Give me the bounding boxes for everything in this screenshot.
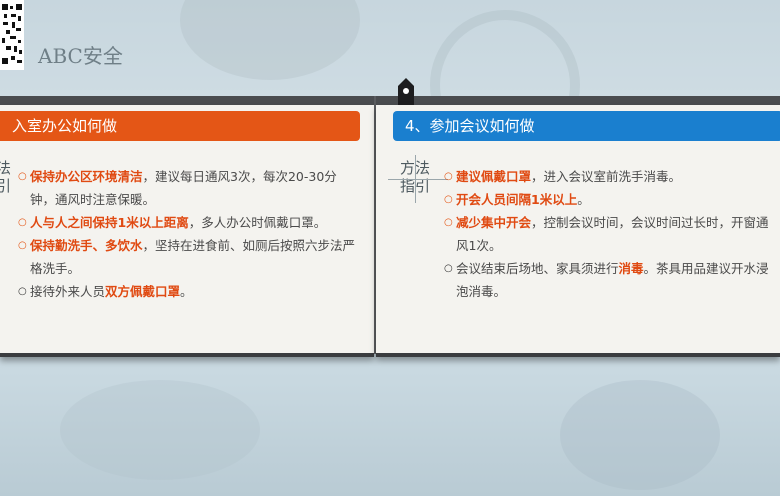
item-text: 。	[577, 192, 590, 207]
item-text: 。	[180, 284, 193, 299]
list-item: ○ 开会人员间隔1米以上。	[444, 188, 774, 211]
item-text: ，进入会议室前洗手消毒。	[531, 169, 682, 184]
bullet-icon: ○	[18, 171, 27, 182]
tag-line-1: 法	[0, 159, 12, 177]
bullet-icon: ○	[444, 194, 453, 205]
bullet-icon: ○	[18, 240, 27, 251]
office-list: ○ 保持办公区环境清洁，建议每日通风3次，每次20-30分钟，通风时注意保暖。 …	[18, 165, 358, 303]
pin-icon	[398, 78, 414, 106]
background-shape	[560, 380, 720, 490]
list-item: ○ 会议结束后场地、家具须进行消毒。茶具用品建议开水浸泡消毒。	[444, 257, 774, 303]
background-shape	[60, 380, 260, 480]
tag-crosshair	[388, 179, 448, 180]
brand-title: ABC安全	[38, 44, 123, 68]
item-text: 会议结束后场地、家具须进行	[456, 261, 619, 276]
list-item: ○ 人与人之间保持1米以上距离，多人办公时佩戴口罩。	[18, 211, 358, 234]
meeting-list: ○ 建议佩戴口罩，进入会议室前洗手消毒。 ○ 开会人员间隔1米以上。 ○ 减少集…	[444, 165, 774, 303]
office-card: 入室办公如何做 法 引 ○ 保持办公区环境清洁，建议每日通风3次，每次20-30…	[0, 105, 374, 357]
item-highlight: 人与人之间保持1米以上距离	[30, 215, 189, 230]
item-text: ，多人办公时佩戴口罩。	[188, 215, 327, 230]
meeting-card: 4、参加会议如何做 方法 指引 ○ 建议佩戴口罩，进入会议室前洗手消毒。 ○ 开…	[376, 105, 780, 357]
list-item: ○ 保持办公区环境清洁，建议每日通风3次，每次20-30分钟，通风时注意保暖。	[18, 165, 358, 211]
list-item: ○ 建议佩戴口罩，进入会议室前洗手消毒。	[444, 165, 774, 188]
item-highlight: 保持勤洗手、多饮水	[30, 238, 143, 253]
top-rail	[0, 96, 780, 105]
item-highlight: 减少集中开会	[456, 215, 532, 230]
method-guide-tag: 方法 指引	[388, 155, 448, 203]
item-text: 接待外来人员	[30, 284, 106, 299]
tag-crosshair	[415, 155, 416, 203]
office-card-title: 入室办公如何做	[0, 111, 360, 141]
list-item: ○ 减少集中开会，控制会议时间，会议时间过长时，开窗通风1次。	[444, 211, 774, 257]
meeting-card-title: 4、参加会议如何做	[393, 111, 780, 141]
bullet-icon: ○	[18, 286, 27, 297]
item-highlight: 保持办公区环境清洁	[30, 169, 143, 184]
bullet-icon: ○	[444, 171, 453, 182]
tag-line-2: 引	[0, 177, 12, 195]
bullet-icon: ○	[444, 263, 453, 274]
bullet-icon: ○	[18, 217, 27, 228]
item-highlight: 建议佩戴口罩	[456, 169, 532, 184]
list-item: ○ 接待外来人员双方佩戴口罩。	[18, 280, 358, 303]
item-highlight: 消毒	[618, 261, 644, 276]
background-shape	[180, 0, 360, 80]
list-item: ○ 保持勤洗手、多饮水，坚持在进食前、如厕后按照六步法严格洗手。	[18, 234, 358, 280]
item-highlight: 开会人员间隔1米以上	[456, 192, 578, 207]
method-guide-tag: 法 引	[0, 159, 11, 195]
qr-code-icon	[0, 0, 24, 70]
item-highlight: 双方佩戴口罩	[105, 284, 181, 299]
bullet-icon: ○	[444, 217, 453, 228]
